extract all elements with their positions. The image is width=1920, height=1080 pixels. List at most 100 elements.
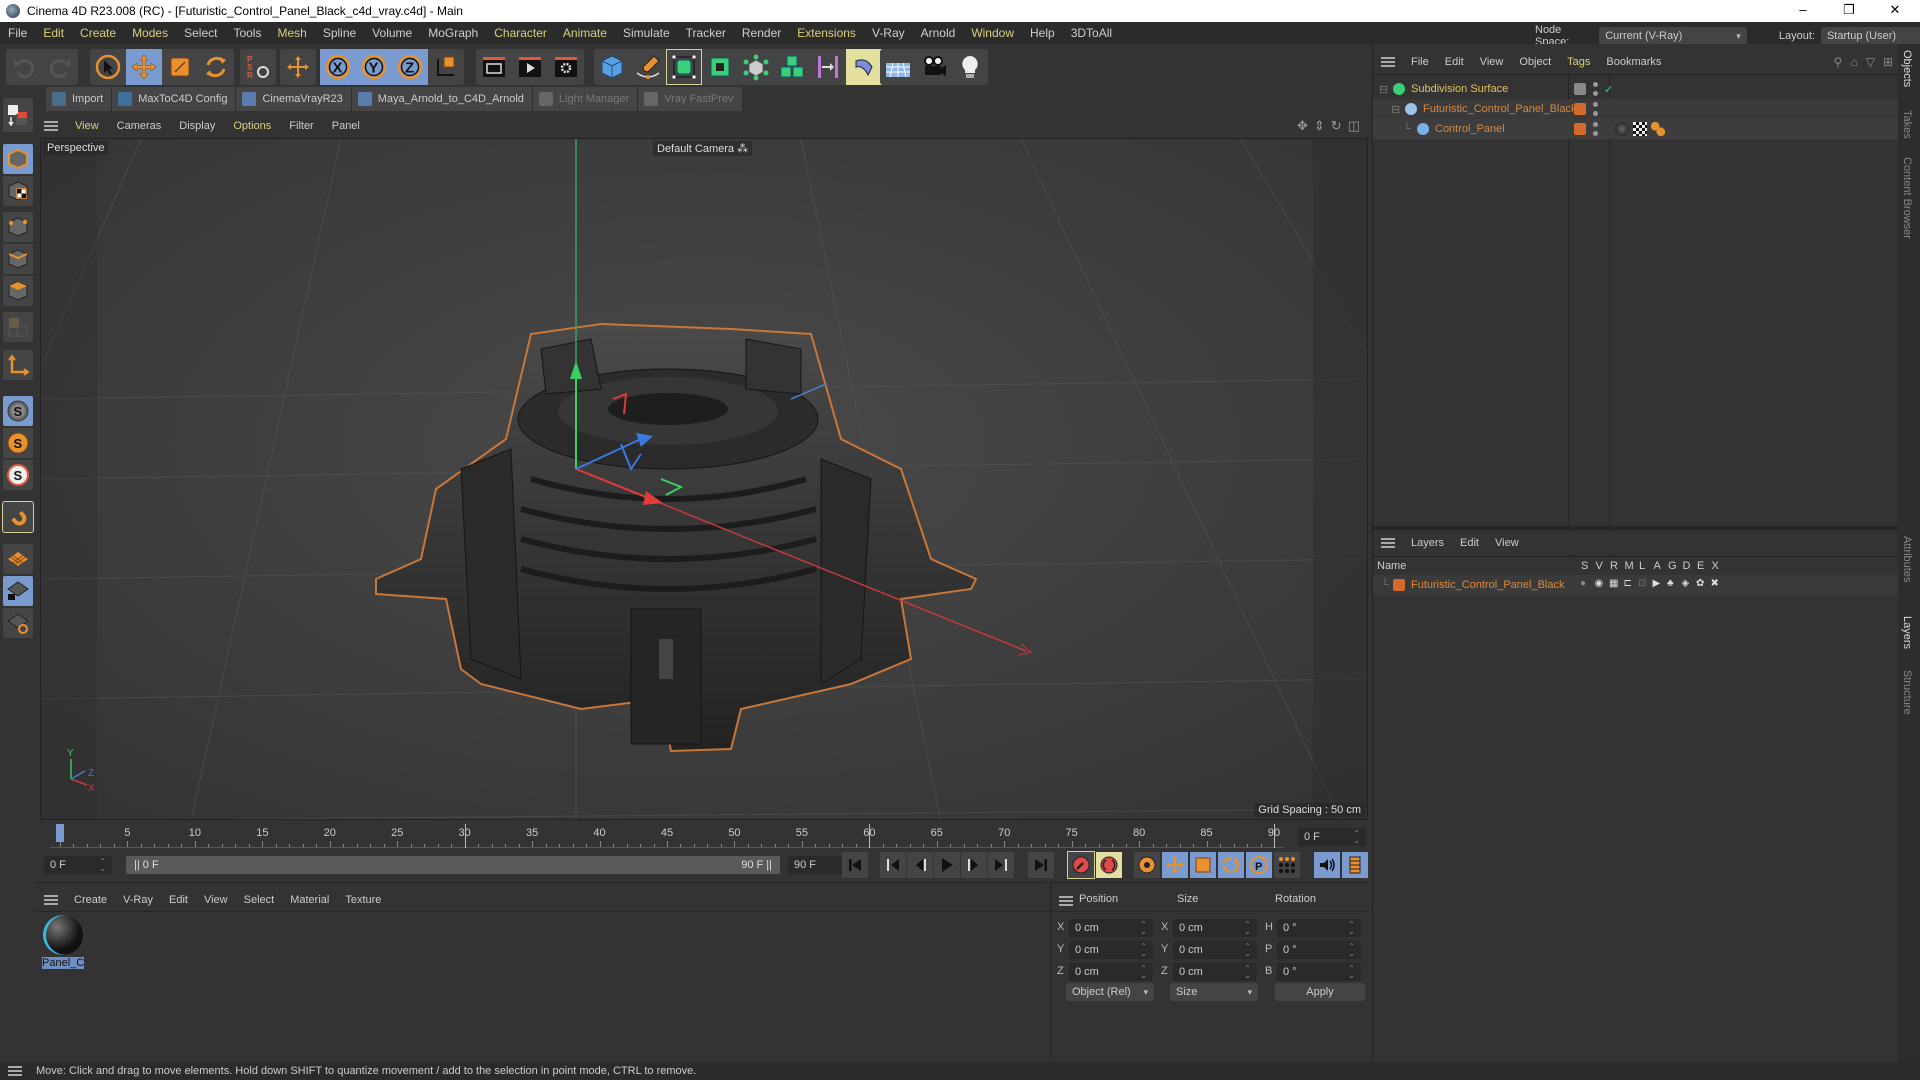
panel-splitter[interactable] xyxy=(1373,526,1899,530)
material-menu-material[interactable]: Material xyxy=(282,894,337,906)
play-button[interactable] xyxy=(934,852,960,878)
coordinate-system-button[interactable] xyxy=(428,49,464,85)
solo-dot-icon[interactable]: ● xyxy=(1580,578,1586,589)
menu-tools[interactable]: Tools xyxy=(225,26,269,40)
menu-select[interactable]: Select xyxy=(176,26,225,40)
script-vray-fastprev[interactable]: Vray FastPrev xyxy=(638,87,743,111)
menu-mesh[interactable]: Mesh xyxy=(269,26,314,40)
object-row[interactable]: ⊟ Subdivision Surface ✓ xyxy=(1373,79,1899,99)
keyframe-selection-button[interactable] xyxy=(1134,852,1160,878)
deformer-icon[interactable]: ◈ xyxy=(1682,578,1690,589)
material-menu-view[interactable]: View xyxy=(196,894,236,906)
viewport-menu-options[interactable]: Options xyxy=(224,120,280,132)
visibility-dots[interactable] xyxy=(1592,122,1598,136)
texture-tag-icon[interactable] xyxy=(1633,122,1647,136)
render-picture-viewer-button[interactable] xyxy=(512,49,548,85)
coordinates-menu-icon[interactable] xyxy=(1059,896,1073,906)
key-pla-button[interactable] xyxy=(1274,852,1300,878)
3d-viewport[interactable]: Y X Z Perspective Default Camera ⁂ Grid … xyxy=(40,138,1368,820)
lock-icon[interactable]: ⊡ xyxy=(1638,578,1646,589)
layer-menu-layers[interactable]: Layers xyxy=(1403,537,1452,549)
menu-mograph[interactable]: MoGraph xyxy=(420,26,486,40)
go-to-end-button[interactable] xyxy=(1028,852,1054,878)
extrude-button[interactable] xyxy=(702,49,738,85)
layout-dropdown[interactable]: Startup (User)▾ xyxy=(1820,27,1920,45)
apply-button[interactable]: Apply xyxy=(1275,983,1365,1001)
current-frame-field[interactable]: 0 F ⌃ ⌄ xyxy=(1298,828,1366,846)
visible-eye-icon[interactable]: ◉ xyxy=(1595,578,1604,589)
dolly-icon[interactable]: ⇕ xyxy=(1314,118,1325,134)
menu-help[interactable]: Help xyxy=(1022,26,1063,40)
layer-column-x[interactable]: X xyxy=(1712,560,1719,572)
solo-off-button[interactable]: S xyxy=(3,396,33,426)
y-axis-lock-button[interactable]: Y xyxy=(356,49,392,85)
floor-button[interactable] xyxy=(880,49,916,85)
scale-button[interactable] xyxy=(162,49,198,85)
viewport-menu-cameras[interactable]: Cameras xyxy=(108,120,171,132)
go-to-prev-key-button[interactable] xyxy=(880,852,906,878)
menu-simulate[interactable]: Simulate xyxy=(615,26,678,40)
layer-column-g[interactable]: G xyxy=(1668,560,1677,572)
visibility-dots[interactable] xyxy=(1592,102,1598,116)
menu-character[interactable]: Character xyxy=(486,26,555,40)
cube-primitive-button[interactable] xyxy=(594,49,630,85)
phong-tag-icon[interactable] xyxy=(1651,122,1665,136)
render-settings-button[interactable] xyxy=(548,49,584,85)
node-space-dropdown[interactable]: Current (V-Ray) ▾ xyxy=(1599,27,1747,45)
timeline-ruler[interactable]: 051015202530354045505560657075808590 xyxy=(50,822,1284,848)
viewport-menu-display[interactable]: Display xyxy=(170,120,224,132)
expression-python-icon[interactable]: ✿ xyxy=(1696,578,1704,589)
axis-mode-button[interactable] xyxy=(3,350,33,380)
auto-keying-button[interactable] xyxy=(1096,852,1122,878)
home-icon[interactable]: ⌂ xyxy=(1850,55,1857,69)
material-menu-create[interactable]: Create xyxy=(66,894,115,906)
side-tab-structure[interactable]: Structure xyxy=(1901,670,1913,715)
camera-label[interactable]: Default Camera ⁂ xyxy=(653,141,753,156)
playhead[interactable] xyxy=(56,824,64,842)
layer-row[interactable]: └ Futuristic_Control_Panel_Black ● ◉ ▦ ⊏ ⊡ ▶ ♣ ◈ ✿… xyxy=(1373,575,1899,595)
key-rotation-button[interactable] xyxy=(1218,852,1244,878)
status-menu-icon[interactable] xyxy=(8,1066,22,1076)
xref-icon[interactable]: ✖ xyxy=(1711,578,1719,589)
menu-v-ray[interactable]: V-Ray xyxy=(864,26,913,40)
timeline-button[interactable] xyxy=(1342,852,1368,878)
z-axis-lock-button[interactable]: Z xyxy=(392,49,428,85)
object-row[interactable]: ⊟ Futuristic_Control_Panel_Black xyxy=(1373,99,1899,119)
script-cinemavrayr23[interactable]: CinemaVrayR23 xyxy=(236,87,352,111)
render-clapper-icon[interactable]: ▦ xyxy=(1609,578,1618,589)
viewport-menu-filter[interactable]: Filter xyxy=(280,120,322,132)
rotation-h-field[interactable]: 0 ° ⌃ ⌄ xyxy=(1277,919,1361,937)
render-view-button[interactable] xyxy=(476,49,512,85)
object-row[interactable]: └ Control_Panel xyxy=(1373,119,1899,139)
workplane-lock-button[interactable] xyxy=(3,576,33,606)
layer-column-a[interactable]: A xyxy=(1654,560,1661,572)
redo-button[interactable] xyxy=(42,49,78,85)
sound-button[interactable] xyxy=(1314,852,1340,878)
go-to-start-button[interactable] xyxy=(842,852,868,878)
step-forward-button[interactable] xyxy=(961,852,987,878)
menu-animate[interactable]: Animate xyxy=(555,26,615,40)
script-light-manager[interactable]: Light Manager xyxy=(532,87,639,111)
material-manager-menu-icon[interactable] xyxy=(44,895,58,905)
filter-icon[interactable]: ▽ xyxy=(1866,55,1875,69)
viewport-menu-view[interactable]: View xyxy=(66,120,108,132)
make-editable-button[interactable] xyxy=(3,98,33,132)
size-mode-dropdown[interactable]: Size ▾ xyxy=(1170,983,1258,1001)
material-menu-texture[interactable]: Texture xyxy=(337,894,389,906)
texture-mode-button[interactable] xyxy=(3,176,33,206)
light-button[interactable] xyxy=(952,49,988,85)
new-view-icon[interactable]: ⊞ xyxy=(1883,55,1893,69)
symmetry-button[interactable] xyxy=(810,49,846,85)
layer-column-name[interactable]: Name xyxy=(1377,560,1406,572)
menu-window[interactable]: Window xyxy=(963,26,1022,40)
polygon-mode-button[interactable] xyxy=(3,276,33,306)
position-y-field[interactable]: 0 cm ⌃ ⌄ xyxy=(1069,941,1153,959)
position-x-field[interactable]: 0 cm ⌃ ⌄ xyxy=(1069,919,1153,937)
visibility-dots[interactable] xyxy=(1592,82,1598,96)
viewport-menu-panel[interactable]: Panel xyxy=(323,120,369,132)
material-menu-select[interactable]: Select xyxy=(236,894,283,906)
uv-mode-button[interactable] xyxy=(3,312,33,342)
layer-color-swatch[interactable] xyxy=(1574,103,1586,115)
pan-icon[interactable]: ✥ xyxy=(1297,118,1308,134)
edit-toggle-icon[interactable] xyxy=(1574,83,1586,95)
